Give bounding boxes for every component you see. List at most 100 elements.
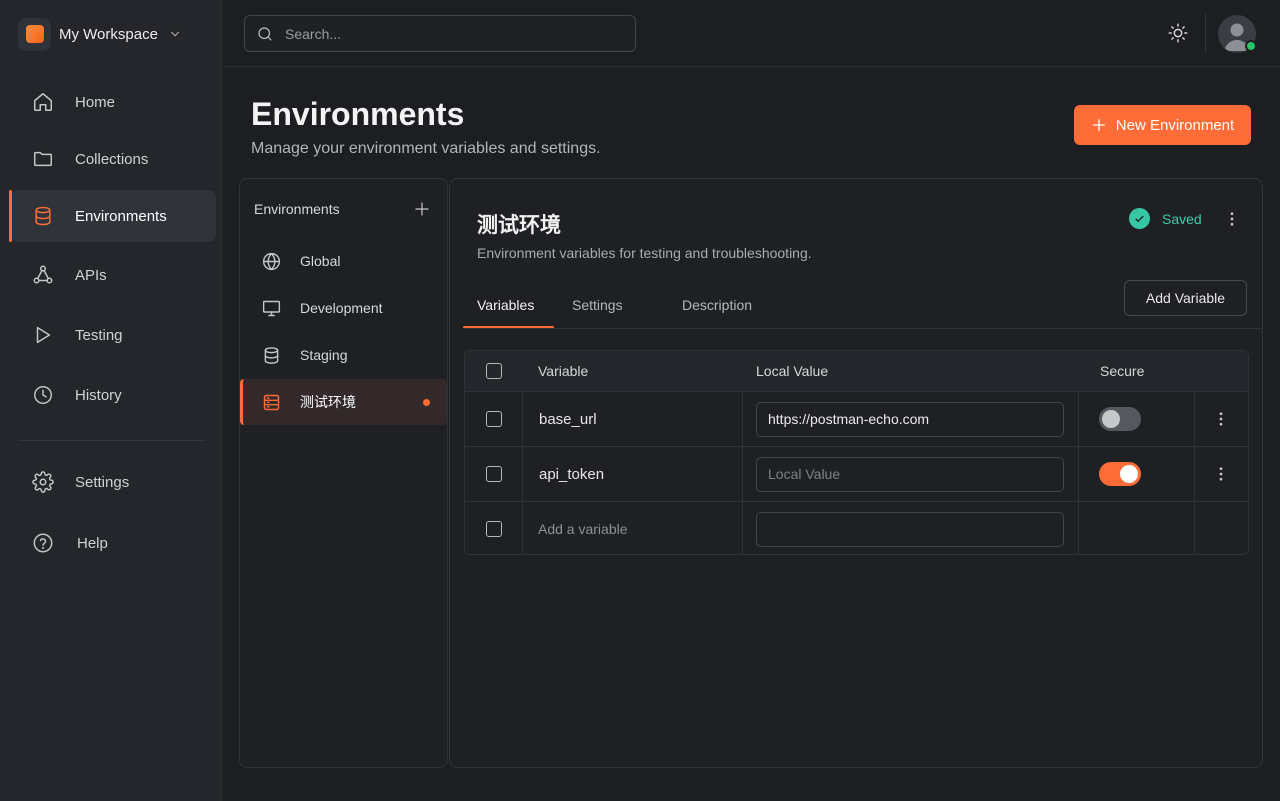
row-checkbox[interactable] [486,411,502,427]
secure-toggle[interactable] [1099,407,1141,431]
local-value-input[interactable] [756,401,1064,437]
nav-item-environments[interactable]: Environments [9,190,216,242]
tab-description[interactable]: Description [664,281,794,329]
search-box [244,15,636,52]
environment-list-panel: Environments Global Development Staging … [239,178,448,768]
folder-icon [32,148,54,170]
row-select-cell [486,392,502,446]
select-all-checkbox[interactable] [486,363,502,379]
topbar-divider [1205,14,1206,52]
table-row: api_token [465,446,1248,501]
table-header-row: Variable Local Value Secure [465,351,1248,391]
environment-detail-panel: 测试环境 Environment variables for testing a… [449,178,1263,768]
environment-list-header: Environments [254,201,340,217]
environment-item-label: Global [300,253,341,269]
nav-item-label: Help [77,534,108,552]
nav-item-label: History [75,386,122,404]
nav-item-label: Home [75,93,116,111]
environment-item-staging[interactable]: Staging [240,332,447,378]
sun-icon[interactable] [1167,22,1189,44]
plus-icon [1091,117,1107,133]
add-variable-placeholder[interactable]: Add a variable [538,502,628,554]
nav-item-label: Testing [75,326,123,344]
top-bar [222,0,1280,67]
workspace-logo [18,17,51,51]
sidebar: My Workspace Home Collections Environmen… [0,0,222,801]
database-icon [261,345,282,366]
new-variable-row: Add a variable [465,501,1248,554]
nav-item-label: APIs [75,266,107,284]
page-subtitle: Manage your environment variables and se… [251,140,601,157]
workspace-name: My Workspace [59,25,158,43]
api-nodes-icon [32,264,54,286]
monitor-icon [261,298,282,319]
environment-description: Environment variables for testing and tr… [477,245,812,261]
new-environment-label: New Environment [1115,116,1235,134]
environment-title: 测试环境 [477,213,561,237]
help-circle-icon [32,532,54,554]
globe-icon [261,251,282,272]
header-variable: Variable [538,363,589,379]
row-more-icon[interactable] [1212,465,1230,483]
header-local-value: Local Value [756,363,829,379]
secure-cell [1099,392,1141,446]
nav-item-label: Environments [75,207,167,225]
environment-item-development[interactable]: Development [240,285,447,331]
play-icon [32,324,54,346]
nav-item-help[interactable]: Help [10,517,216,569]
row-checkbox[interactable] [486,466,502,482]
row-menu-cell [1212,447,1230,501]
chevron-down-icon [168,27,182,41]
save-status-label: Saved [1162,210,1202,227]
tabs-divider [463,328,1262,329]
environment-item-label: Development [300,300,383,316]
nav-item-settings[interactable]: Settings [10,456,216,508]
nav-item-history[interactable]: History [10,369,216,421]
header-secure: Secure [1100,363,1145,379]
database-icon [32,205,54,227]
online-status-dot [1245,40,1257,52]
secure-toggle[interactable] [1099,462,1141,486]
environment-item-label: Staging [300,347,348,363]
save-status: Saved [1129,208,1202,229]
add-variable-button[interactable]: Add Variable [1124,280,1247,316]
search-input[interactable] [285,25,605,42]
page-title: Environments [251,96,465,132]
unsaved-dot [423,398,430,406]
nav-item-apis[interactable]: APIs [10,249,216,301]
variable-name[interactable]: api_token [539,447,604,501]
tab-settings[interactable]: Settings [554,281,664,329]
nav-item-testing[interactable]: Testing [10,309,216,361]
row-select-cell [486,447,502,501]
environment-item-label: 测试环境 [300,394,356,410]
server-icon [261,392,282,413]
nav-item-label: Settings [75,473,130,491]
secure-cell [1099,447,1141,501]
tab-variables[interactable]: Variables [463,281,554,329]
environment-item-global[interactable]: Global [240,238,447,284]
row-menu-cell [1212,392,1230,446]
local-value-cell [756,392,1064,446]
new-environment-button[interactable]: New Environment [1074,105,1251,145]
new-local-value-input[interactable] [756,511,1064,547]
add-environment-icon[interactable] [413,200,431,218]
nav-item-collections[interactable]: Collections [10,133,216,185]
environment-item-test[interactable]: 测试环境 [240,379,447,425]
variables-table: Variable Local Value Secure base_url htt… [464,350,1249,555]
row-checkbox[interactable] [486,521,502,537]
gear-icon [32,471,54,493]
workspace-switcher[interactable]: My Workspace [18,16,182,52]
nav-item-home[interactable]: Home [10,76,216,128]
home-icon [32,91,54,113]
sidebar-divider [18,440,206,441]
search-icon [256,25,274,43]
check-circle-icon [1129,208,1150,229]
table-row: base_url [465,391,1248,446]
row-more-icon[interactable] [1212,410,1230,428]
row-select-cell [486,502,502,554]
nav-item-label: Collections [75,150,149,168]
local-value-input[interactable] [756,456,1064,492]
clock-icon [32,384,54,406]
variable-name[interactable]: base_url [539,392,597,446]
more-options-icon[interactable] [1223,210,1241,228]
